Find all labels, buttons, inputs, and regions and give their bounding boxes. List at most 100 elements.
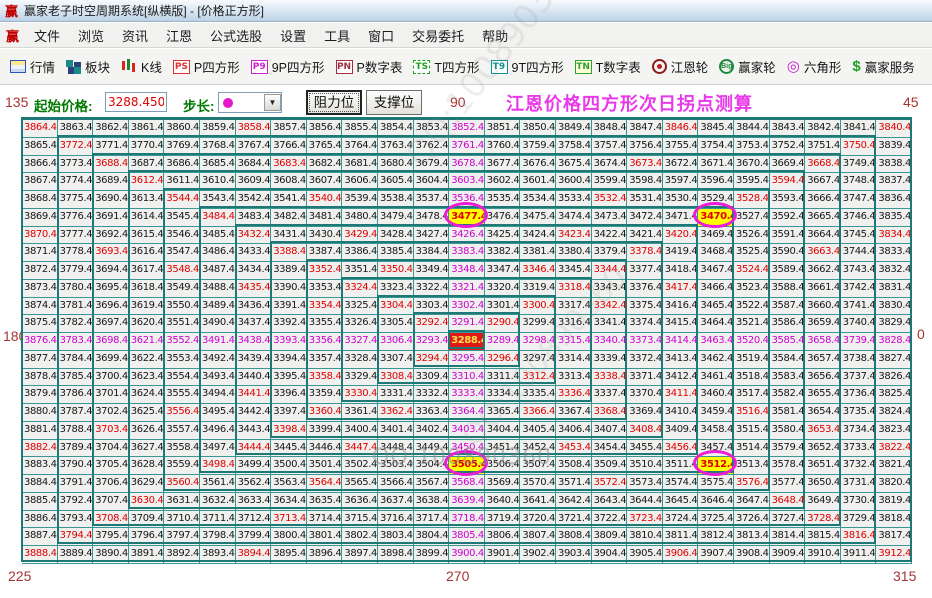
grid-cell[interactable]: 3636.45 — [342, 492, 378, 511]
grid-cell[interactable]: 3760.45 — [484, 137, 521, 156]
grid-cell[interactable]: 3352.45 — [306, 262, 343, 280]
grid-cell[interactable]: 3751.45 — [805, 137, 841, 156]
grid-cell[interactable]: 3906.45 — [662, 546, 699, 564]
grid-cell[interactable]: 3899.45 — [413, 546, 450, 564]
grid-cell[interactable]: 3743.45 — [840, 262, 877, 280]
grid-cell[interactable]: 3670.45 — [734, 155, 770, 174]
grid-cell[interactable]: 3421.45 — [627, 226, 663, 245]
grid-cell[interactable]: 3749.45 — [840, 155, 877, 174]
grid-cell[interactable]: 3876.45 — [22, 333, 58, 351]
grid-cell[interactable]: 3294.45 — [413, 350, 450, 369]
grid-cell[interactable]: 3507.45 — [520, 457, 556, 476]
grid-cell[interactable]: 3338.45 — [591, 368, 628, 387]
grid-cell[interactable]: 3298.45 — [520, 333, 556, 351]
grid-cell[interactable]: 3613.45 — [128, 191, 165, 209]
grid-cell[interactable]: 3400.45 — [342, 421, 378, 440]
grid-cell[interactable]: 3805.45 — [449, 528, 485, 547]
grid-cell[interactable]: 3332.45 — [413, 386, 450, 405]
grid-cell[interactable]: 3867.45 — [22, 173, 58, 192]
grid-cell[interactable]: 3307.45 — [378, 350, 414, 369]
grid-cell[interactable]: 3606.45 — [342, 173, 378, 192]
menu-item-3[interactable]: 江恩 — [157, 23, 201, 48]
grid-cell[interactable]: 3545.45 — [164, 208, 200, 227]
grid-cell[interactable]: 3623.45 — [128, 368, 165, 387]
toolbar-button-赢家服务[interactable]: $ 赢家服务 — [852, 57, 914, 76]
grid-cell[interactable]: 3470.45 — [698, 208, 734, 227]
grid-cell[interactable]: 3549.45 — [164, 279, 200, 298]
grid-cell[interactable]: 3656.45 — [805, 368, 841, 387]
grid-cell[interactable]: 3748.45 — [840, 173, 877, 192]
grid-cell[interactable]: 3839.45 — [876, 137, 912, 156]
grid-cell[interactable]: 3761.45 — [449, 137, 485, 156]
toolbar-button-K线[interactable]: K线 — [121, 57, 162, 76]
grid-cell[interactable]: 3874.45 — [22, 297, 58, 316]
grid-cell[interactable]: 3642.45 — [556, 492, 592, 511]
grid-cell[interactable]: 3374.45 — [627, 315, 663, 334]
menu-item-1[interactable]: 浏览 — [69, 23, 113, 48]
grid-cell[interactable]: 3443.45 — [235, 421, 272, 440]
grid-cell[interactable]: 3833.45 — [876, 244, 912, 263]
grid-cell[interactable]: 3389.45 — [271, 262, 307, 280]
grid-cell[interactable]: 3659.45 — [805, 315, 841, 334]
grid-cell[interactable]: 3418.45 — [662, 262, 699, 280]
resistance-button[interactable]: 阻力位 — [306, 90, 362, 115]
grid-cell[interactable]: 3685.45 — [200, 155, 236, 174]
grid-cell[interactable]: 3453.45 — [556, 439, 592, 458]
grid-cell[interactable]: 3317.45 — [556, 297, 592, 316]
grid-cell[interactable]: 3897.45 — [342, 546, 378, 564]
grid-cell[interactable]: 3888.45 — [22, 546, 58, 564]
grid-cell[interactable]: 3587.45 — [769, 297, 806, 316]
grid-cell[interactable]: 3388.45 — [271, 244, 307, 263]
toolbar-button-六角形[interactable]: ◎ 六角形 — [787, 57, 842, 76]
grid-cell[interactable]: 3808.45 — [556, 528, 592, 547]
grid-cell[interactable]: 3553.45 — [164, 350, 200, 369]
grid-cell[interactable]: 3584.45 — [769, 350, 806, 369]
grid-cell[interactable]: 3567.45 — [413, 475, 450, 493]
grid-cell[interactable]: 3661.45 — [805, 279, 841, 298]
grid-cell[interactable]: 3896.45 — [306, 546, 343, 564]
grid-cell[interactable]: 3363.45 — [413, 404, 450, 422]
grid-cell[interactable]: 3650.45 — [805, 475, 841, 493]
grid-cell[interactable]: 3898.45 — [378, 546, 414, 564]
grid-cell[interactable]: 3758.45 — [556, 137, 592, 156]
grid-cell[interactable]: 3331.45 — [378, 386, 414, 405]
grid-cell[interactable]: 3479.45 — [378, 208, 414, 227]
grid-cell[interactable]: 3789.45 — [57, 439, 94, 458]
grid-cell[interactable]: 3783.45 — [57, 333, 94, 351]
grid-cell[interactable]: 3519.45 — [734, 350, 770, 369]
grid-cell[interactable]: 3713.45 — [271, 510, 307, 529]
grid-cell[interactable]: 3863.45 — [57, 120, 94, 138]
grid-cell[interactable]: 3429.45 — [342, 226, 378, 245]
grid-cell[interactable]: 3315.45 — [556, 333, 592, 351]
grid-cell[interactable]: 3634.45 — [271, 492, 307, 511]
grid-cell[interactable]: 3724.45 — [662, 510, 699, 529]
grid-cell[interactable]: 3439.45 — [235, 350, 272, 369]
grid-cell[interactable]: 3574.45 — [662, 475, 699, 493]
grid-cell[interactable]: 3631.45 — [164, 492, 200, 511]
grid-cell[interactable]: 3604.45 — [413, 173, 450, 192]
grid-cell[interactable]: 3319.45 — [520, 279, 556, 298]
grid-cell[interactable]: 3403.45 — [449, 421, 485, 440]
grid-cell[interactable]: 3665.45 — [805, 208, 841, 227]
grid-cell[interactable]: 3858.45 — [235, 120, 272, 138]
grid-cell[interactable]: 3291.45 — [449, 315, 485, 334]
grid-cell[interactable]: 3851.45 — [484, 120, 521, 138]
grid-cell[interactable]: 3394.45 — [271, 350, 307, 369]
grid-cell[interactable]: 3762.45 — [413, 137, 450, 156]
grid-cell[interactable]: 3516.45 — [734, 404, 770, 422]
grid-cell[interactable]: 3840.45 — [876, 120, 912, 138]
grid-cell[interactable]: 3850.45 — [520, 120, 556, 138]
grid-cell[interactable]: 3801.45 — [306, 528, 343, 547]
grid-cell[interactable]: 3831.45 — [876, 279, 912, 298]
toolbar-button-赢家轮[interactable]: Big 赢家轮 — [719, 57, 776, 76]
grid-cell[interactable]: 3701.45 — [93, 386, 129, 405]
grid-cell[interactable]: 3708.45 — [93, 510, 129, 529]
grid-cell[interactable]: 3311.45 — [484, 368, 521, 387]
grid-cell[interactable]: 3324.45 — [342, 279, 378, 298]
grid-cell[interactable]: 3657.45 — [805, 350, 841, 369]
grid-cell[interactable]: 3794.45 — [57, 528, 94, 547]
grid-cell[interactable]: 3771.45 — [93, 137, 129, 156]
grid-cell[interactable]: 3417.45 — [662, 279, 699, 298]
grid-cell[interactable]: 3784.45 — [57, 350, 94, 369]
grid-cell[interactable]: 3329.45 — [342, 368, 378, 387]
